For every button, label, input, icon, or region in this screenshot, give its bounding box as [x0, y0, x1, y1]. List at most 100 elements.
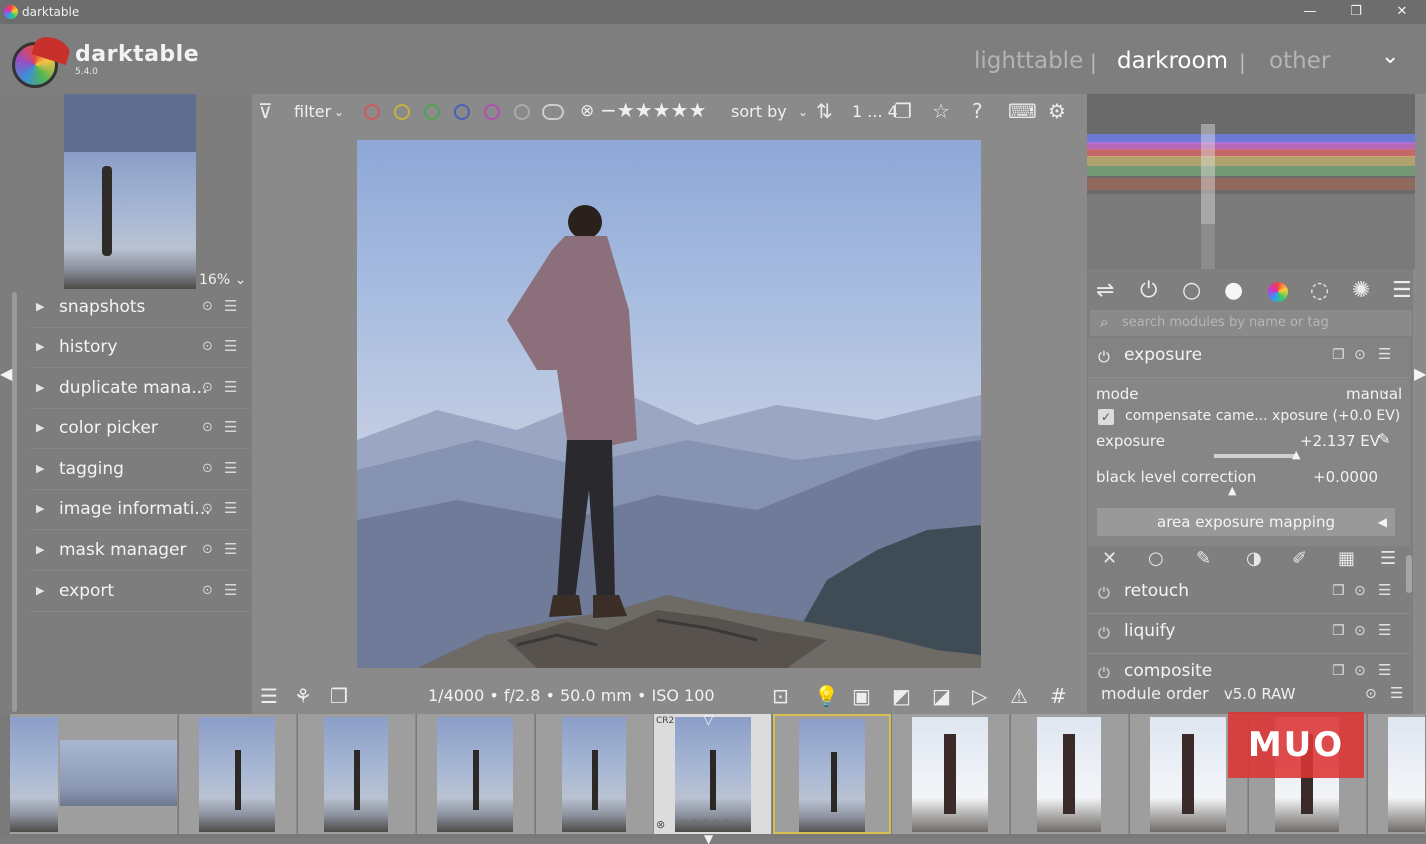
module-search-field[interactable]: ⌕ search modules by name or tag — [1090, 310, 1412, 336]
module-tagging[interactable]: ▶ tagging ⊙ ☰ — [30, 452, 250, 490]
filmstrip-thumbnail[interactable] — [179, 714, 297, 834]
active-modules-power-icon[interactable]: ⏻ — [1140, 278, 1157, 303]
reset-icon[interactable]: ⊙ — [1354, 583, 1366, 599]
color-label-purple-icon[interactable] — [484, 104, 500, 120]
filmstrip-thumbnail[interactable] — [1368, 714, 1426, 834]
filmstrip-thumbnail[interactable] — [536, 714, 654, 834]
filmstrip-thumbnail[interactable] — [417, 714, 535, 834]
multi-instance-icon[interactable]: ❐ — [1332, 583, 1345, 599]
preferences-gear-icon[interactable]: ⚙ — [1048, 99, 1066, 123]
raw-overexposed-icon[interactable]: ◩ — [892, 684, 911, 708]
presets-menu-icon[interactable]: ☰ — [224, 540, 237, 558]
module-order-presets-icon[interactable]: ☰ — [1390, 684, 1403, 702]
exposure-slider-handle[interactable]: ▲ — [1292, 448, 1300, 461]
presets-menu-icon[interactable]: ☰ — [224, 418, 237, 436]
effects-group-icon[interactable]: ✺ — [1352, 278, 1370, 303]
module-liquify[interactable]: ⏻ liquify ❐ ⊙ ☰ — [1088, 614, 1410, 654]
multi-instance-icon[interactable]: ❐ — [1332, 663, 1345, 678]
guides-grid-icon[interactable]: # — [1050, 684, 1067, 708]
collapse-bottom-panel-icon[interactable]: ▼ — [704, 832, 713, 844]
compensate-checkbox[interactable]: ✓ — [1098, 409, 1114, 425]
multi-instance-icon[interactable]: ❐ — [1332, 347, 1345, 363]
module-image-information[interactable]: ▶ image informati... ⊙ ☰ — [30, 492, 250, 530]
reset-icon[interactable]: ⊙ — [202, 542, 213, 557]
rating-stars-filter[interactable]: −★★★★★ — [600, 98, 706, 122]
mode-chevron-icon[interactable]: ⌄ — [1380, 383, 1391, 398]
collapse-left-panel-icon[interactable]: ◀ — [0, 364, 12, 383]
focus-peaking-icon[interactable]: ⊡ — [772, 684, 789, 708]
display-profile-icon[interactable]: ▣ — [852, 684, 871, 708]
rating-stars[interactable]: ☆☆☆☆☆ — [678, 816, 732, 830]
overlays-star-icon[interactable]: ☆ — [932, 99, 950, 123]
module-color-picker[interactable]: ▶ color picker ⊙ ☰ — [30, 411, 250, 449]
reset-icon[interactable]: ⊙ — [1354, 623, 1366, 639]
presets-menu-icon[interactable]: ☰ — [1378, 345, 1391, 363]
reset-icon[interactable]: ⊙ — [202, 501, 213, 516]
reset-icon[interactable]: ⊙ — [202, 583, 213, 598]
waveform-scope[interactable] — [1087, 94, 1415, 269]
presets-menu-icon[interactable]: ☰ — [224, 337, 237, 355]
view-lighttable[interactable]: lighttable — [974, 48, 1083, 74]
module-groups-presets-icon[interactable]: ☰ — [1392, 278, 1412, 303]
uniform-mask-icon[interactable]: ○ — [1148, 548, 1164, 569]
color-label-red-icon[interactable] — [364, 104, 380, 120]
module-power-icon[interactable]: ⏻ — [1098, 584, 1110, 602]
module-duplicate-manager[interactable]: ▶ duplicate mana... ⊙ ☰ — [30, 371, 250, 409]
help-icon[interactable]: ? — [972, 99, 983, 123]
tone-group-icon[interactable]: ● — [1224, 278, 1243, 303]
sort-chevron-icon[interactable]: ⌄ — [798, 105, 808, 119]
reset-icon[interactable]: ⊙ — [202, 461, 213, 476]
presets-menu-icon[interactable]: ☰ — [1378, 621, 1391, 639]
presets-menu-icon[interactable]: ☰ — [224, 499, 237, 517]
filmstrip-thumbnail-active[interactable] — [773, 714, 891, 834]
filter-dropdown[interactable]: filter — [294, 102, 331, 121]
quick-access-panel-icon[interactable]: ☰ — [260, 684, 278, 708]
presets-menu-icon[interactable]: ☰ — [224, 378, 237, 396]
module-composite[interactable]: ⏻ composite ❐ ⊙ ☰ — [1088, 654, 1410, 678]
reject-icon[interactable]: ⊗ — [656, 818, 665, 831]
mask-off-icon[interactable]: ✕ — [1102, 548, 1117, 569]
reset-icon[interactable]: ⊙ — [202, 299, 213, 314]
color-label-blue-icon[interactable] — [454, 104, 470, 120]
view-darkroom[interactable]: darkroom — [1117, 48, 1228, 74]
mode-dropdown[interactable]: manual — [1346, 385, 1402, 403]
sort-by-dropdown[interactable]: sort by — [731, 102, 787, 121]
color-label-gray-icon[interactable] — [514, 104, 530, 120]
minimize-button[interactable]: — — [1292, 2, 1328, 22]
reset-icon[interactable]: ⊙ — [202, 420, 213, 435]
sort-order-icon[interactable]: ⇅ — [816, 99, 833, 123]
reset-icon[interactable]: ⊙ — [1354, 663, 1366, 678]
filmstrip-thumbnail[interactable] — [10, 714, 178, 834]
grouping-icon[interactable]: ❐ — [894, 99, 912, 123]
view-other[interactable]: other — [1269, 48, 1330, 74]
shortcuts-keyboard-icon[interactable]: ⌨ — [1008, 99, 1037, 123]
reject-icon[interactable]: ⊗ — [580, 101, 594, 121]
color-label-toggle-icon[interactable] — [542, 104, 564, 120]
multi-instance-icon[interactable]: ❐ — [1332, 623, 1345, 639]
parametric-mask-icon[interactable]: ◑ — [1246, 548, 1262, 569]
left-panel-scrollbar[interactable] — [12, 292, 17, 712]
filter-chevron-icon[interactable]: ⌄ — [334, 105, 344, 119]
module-export[interactable]: ▶ export ⊙ ☰ — [30, 574, 250, 612]
module-mask-manager[interactable]: ▶ mask manager ⊙ ☰ — [30, 533, 250, 571]
filmstrip-thumbnail[interactable] — [1011, 714, 1129, 834]
zoom-level-dropdown[interactable]: 16% ⌄ — [199, 272, 246, 288]
module-power-icon[interactable]: ⏻ — [1098, 348, 1110, 366]
filmstrip-thumbnail[interactable] — [298, 714, 416, 834]
clipping-indication-icon[interactable]: ◪ — [932, 684, 951, 708]
module-order-reset-icon[interactable]: ⊙ — [1365, 686, 1377, 702]
reset-icon[interactable]: ⊙ — [202, 339, 213, 354]
module-power-icon[interactable]: ⏻ — [1098, 664, 1110, 678]
collapse-right-panel-icon[interactable]: ▶ — [1414, 364, 1426, 383]
navigation-preview[interactable] — [64, 94, 196, 289]
right-panel-scrollbar[interactable] — [1406, 555, 1412, 593]
blend-presets-menu-icon[interactable]: ☰ — [1380, 548, 1396, 569]
color-assessment-icon[interactable]: 💡 — [814, 684, 839, 708]
color-label-green-icon[interactable] — [424, 104, 440, 120]
raster-mask-icon[interactable]: ▦ — [1338, 548, 1355, 569]
presets-menu-icon[interactable]: ☰ — [1378, 581, 1391, 599]
softproof-icon[interactable]: ▷ — [972, 684, 987, 708]
reset-icon[interactable]: ⊙ — [202, 380, 213, 395]
styles-icon[interactable]: ⚘ — [294, 684, 312, 708]
filmstrip-thumbnail[interactable] — [892, 714, 1010, 834]
